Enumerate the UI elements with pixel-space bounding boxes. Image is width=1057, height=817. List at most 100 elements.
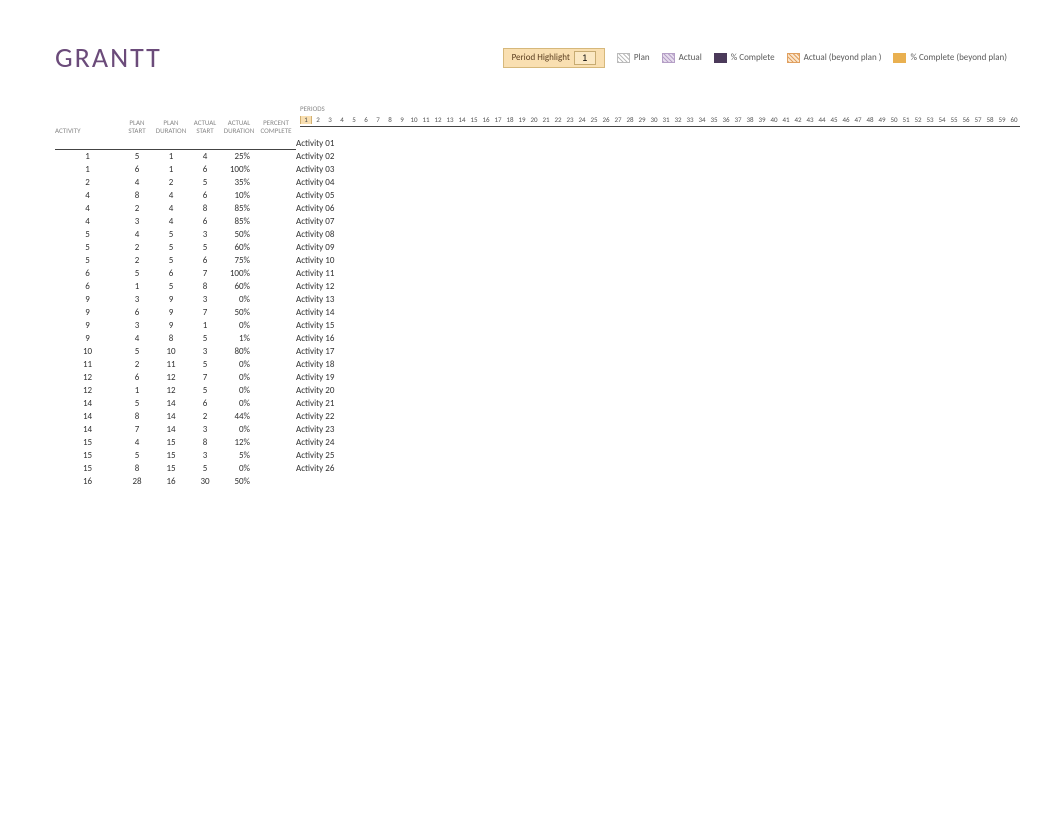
period-number: 12 [432,116,444,124]
col-header-plan-start: PLAN START [120,117,154,136]
cell-activity: Activity 25 [296,449,1020,462]
cell-plan-duration: 1 [120,280,154,293]
cell-percent-complete: 0% [222,293,256,306]
cell-actual-duration: 6 [188,215,222,228]
period-number: 10 [408,116,420,124]
cell-actual-start: 15 [154,449,188,462]
cell-plan-start: 14 [55,397,120,410]
legend-label: Plan [634,52,650,63]
cell-actual-duration: 7 [188,267,222,280]
cell-gantt-area [256,343,296,345]
cell-gantt-area [256,278,296,280]
cell-gantt-area [256,382,296,384]
cell-plan-start: 16 [55,475,120,488]
cell-percent-complete: 50% [222,475,256,488]
cell-gantt-area [256,161,296,163]
cell-actual-start: 2 [154,176,188,189]
cell-plan-start: 14 [55,410,120,423]
cell-actual-duration: 5 [188,332,222,345]
period-number: 57 [972,116,984,124]
period-number: 44 [816,116,828,124]
cell-activity: Activity 17 [296,345,1020,358]
period-number: 41 [780,116,792,124]
cell-activity: Activity 07 [296,215,1020,228]
cell-plan-start: 9 [55,319,120,332]
period-number: 15 [468,116,480,124]
cell-activity: Activity 02 [296,150,1020,163]
cell-gantt-area [256,174,296,176]
cell-actual-start: 11 [154,358,188,371]
cell-activity: Activity 16 [296,332,1020,345]
legend-swatch [714,53,727,63]
cell-plan-start: 5 [55,241,120,254]
cell-percent-complete: 0% [222,462,256,475]
cell-plan-start: 1 [55,163,120,176]
cell-actual-duration: 6 [188,397,222,410]
period-highlight-label: Period Highlight [512,52,570,63]
cell-percent-complete: 25% [222,150,256,163]
cell-actual-start: 4 [154,215,188,228]
period-number: 26 [600,116,612,124]
cell-gantt-area [256,486,296,488]
legend-item: % Complete [714,52,775,63]
cell-actual-start: 12 [154,371,188,384]
period-number: 24 [576,116,588,124]
cell-actual-start: 1 [154,150,188,163]
legend-label: % Complete (beyond plan) [910,52,1007,63]
col-header-actual-start: ACTUAL START [188,117,222,136]
period-number: 25 [588,116,600,124]
cell-activity: Activity 19 [296,371,1020,384]
period-number: 11 [420,116,432,124]
cell-plan-duration: 5 [120,449,154,462]
cell-gantt-area [256,447,296,449]
cell-actual-duration: 3 [188,345,222,358]
cell-activity: Activity 03 [296,163,1020,176]
cell-actual-duration: 3 [188,293,222,306]
cell-gantt-area [256,473,296,475]
period-number: 8 [384,116,396,124]
cell-plan-duration: 4 [120,228,154,241]
period-number: 47 [852,116,864,124]
cell-actual-start: 12 [154,384,188,397]
cell-plan-start: 4 [55,189,120,202]
cell-actual-start: 9 [154,293,188,306]
period-number: 14 [456,116,468,124]
cell-actual-start: 5 [154,254,188,267]
cell-plan-start: 6 [55,280,120,293]
cell-plan-duration: 8 [120,410,154,423]
cell-actual-duration: 7 [188,306,222,319]
cell-actual-duration: 4 [188,150,222,163]
cell-plan-duration: 4 [120,176,154,189]
cell-plan-duration: 2 [120,241,154,254]
cell-actual-start: 4 [154,202,188,215]
page-title: GRANTT [55,40,162,75]
period-highlight-input[interactable] [574,51,596,65]
period-highlight-box: Period Highlight [503,48,605,68]
cell-plan-duration: 3 [120,293,154,306]
periods-label: PERIODS [300,104,325,113]
period-number: 7 [372,116,384,124]
cell-activity: Activity 01 [296,137,1020,150]
cell-plan-duration: 3 [120,319,154,332]
cell-actual-start: 16 [154,475,188,488]
legend-swatch [617,53,630,63]
legend-swatch [662,53,675,63]
period-number: 28 [624,116,636,124]
cell-plan-duration: 6 [120,371,154,384]
cell-percent-complete: 0% [222,371,256,384]
cell-plan-start: 12 [55,384,120,397]
period-number: 59 [996,116,1008,124]
cell-activity: Activity 18 [296,358,1020,371]
cell-gantt-area [256,395,296,397]
period-number: 35 [708,116,720,124]
cell-gantt-area [256,226,296,228]
period-number: 23 [564,116,576,124]
cell-plan-duration: 3 [120,215,154,228]
cell-gantt-area [256,187,296,189]
cell-actual-duration: 1 [188,319,222,332]
cell-plan-duration: 8 [120,189,154,202]
cell-percent-complete: 0% [222,384,256,397]
cell-plan-start: 9 [55,332,120,345]
cell-plan-duration: 5 [120,150,154,163]
cell-gantt-area [256,291,296,293]
